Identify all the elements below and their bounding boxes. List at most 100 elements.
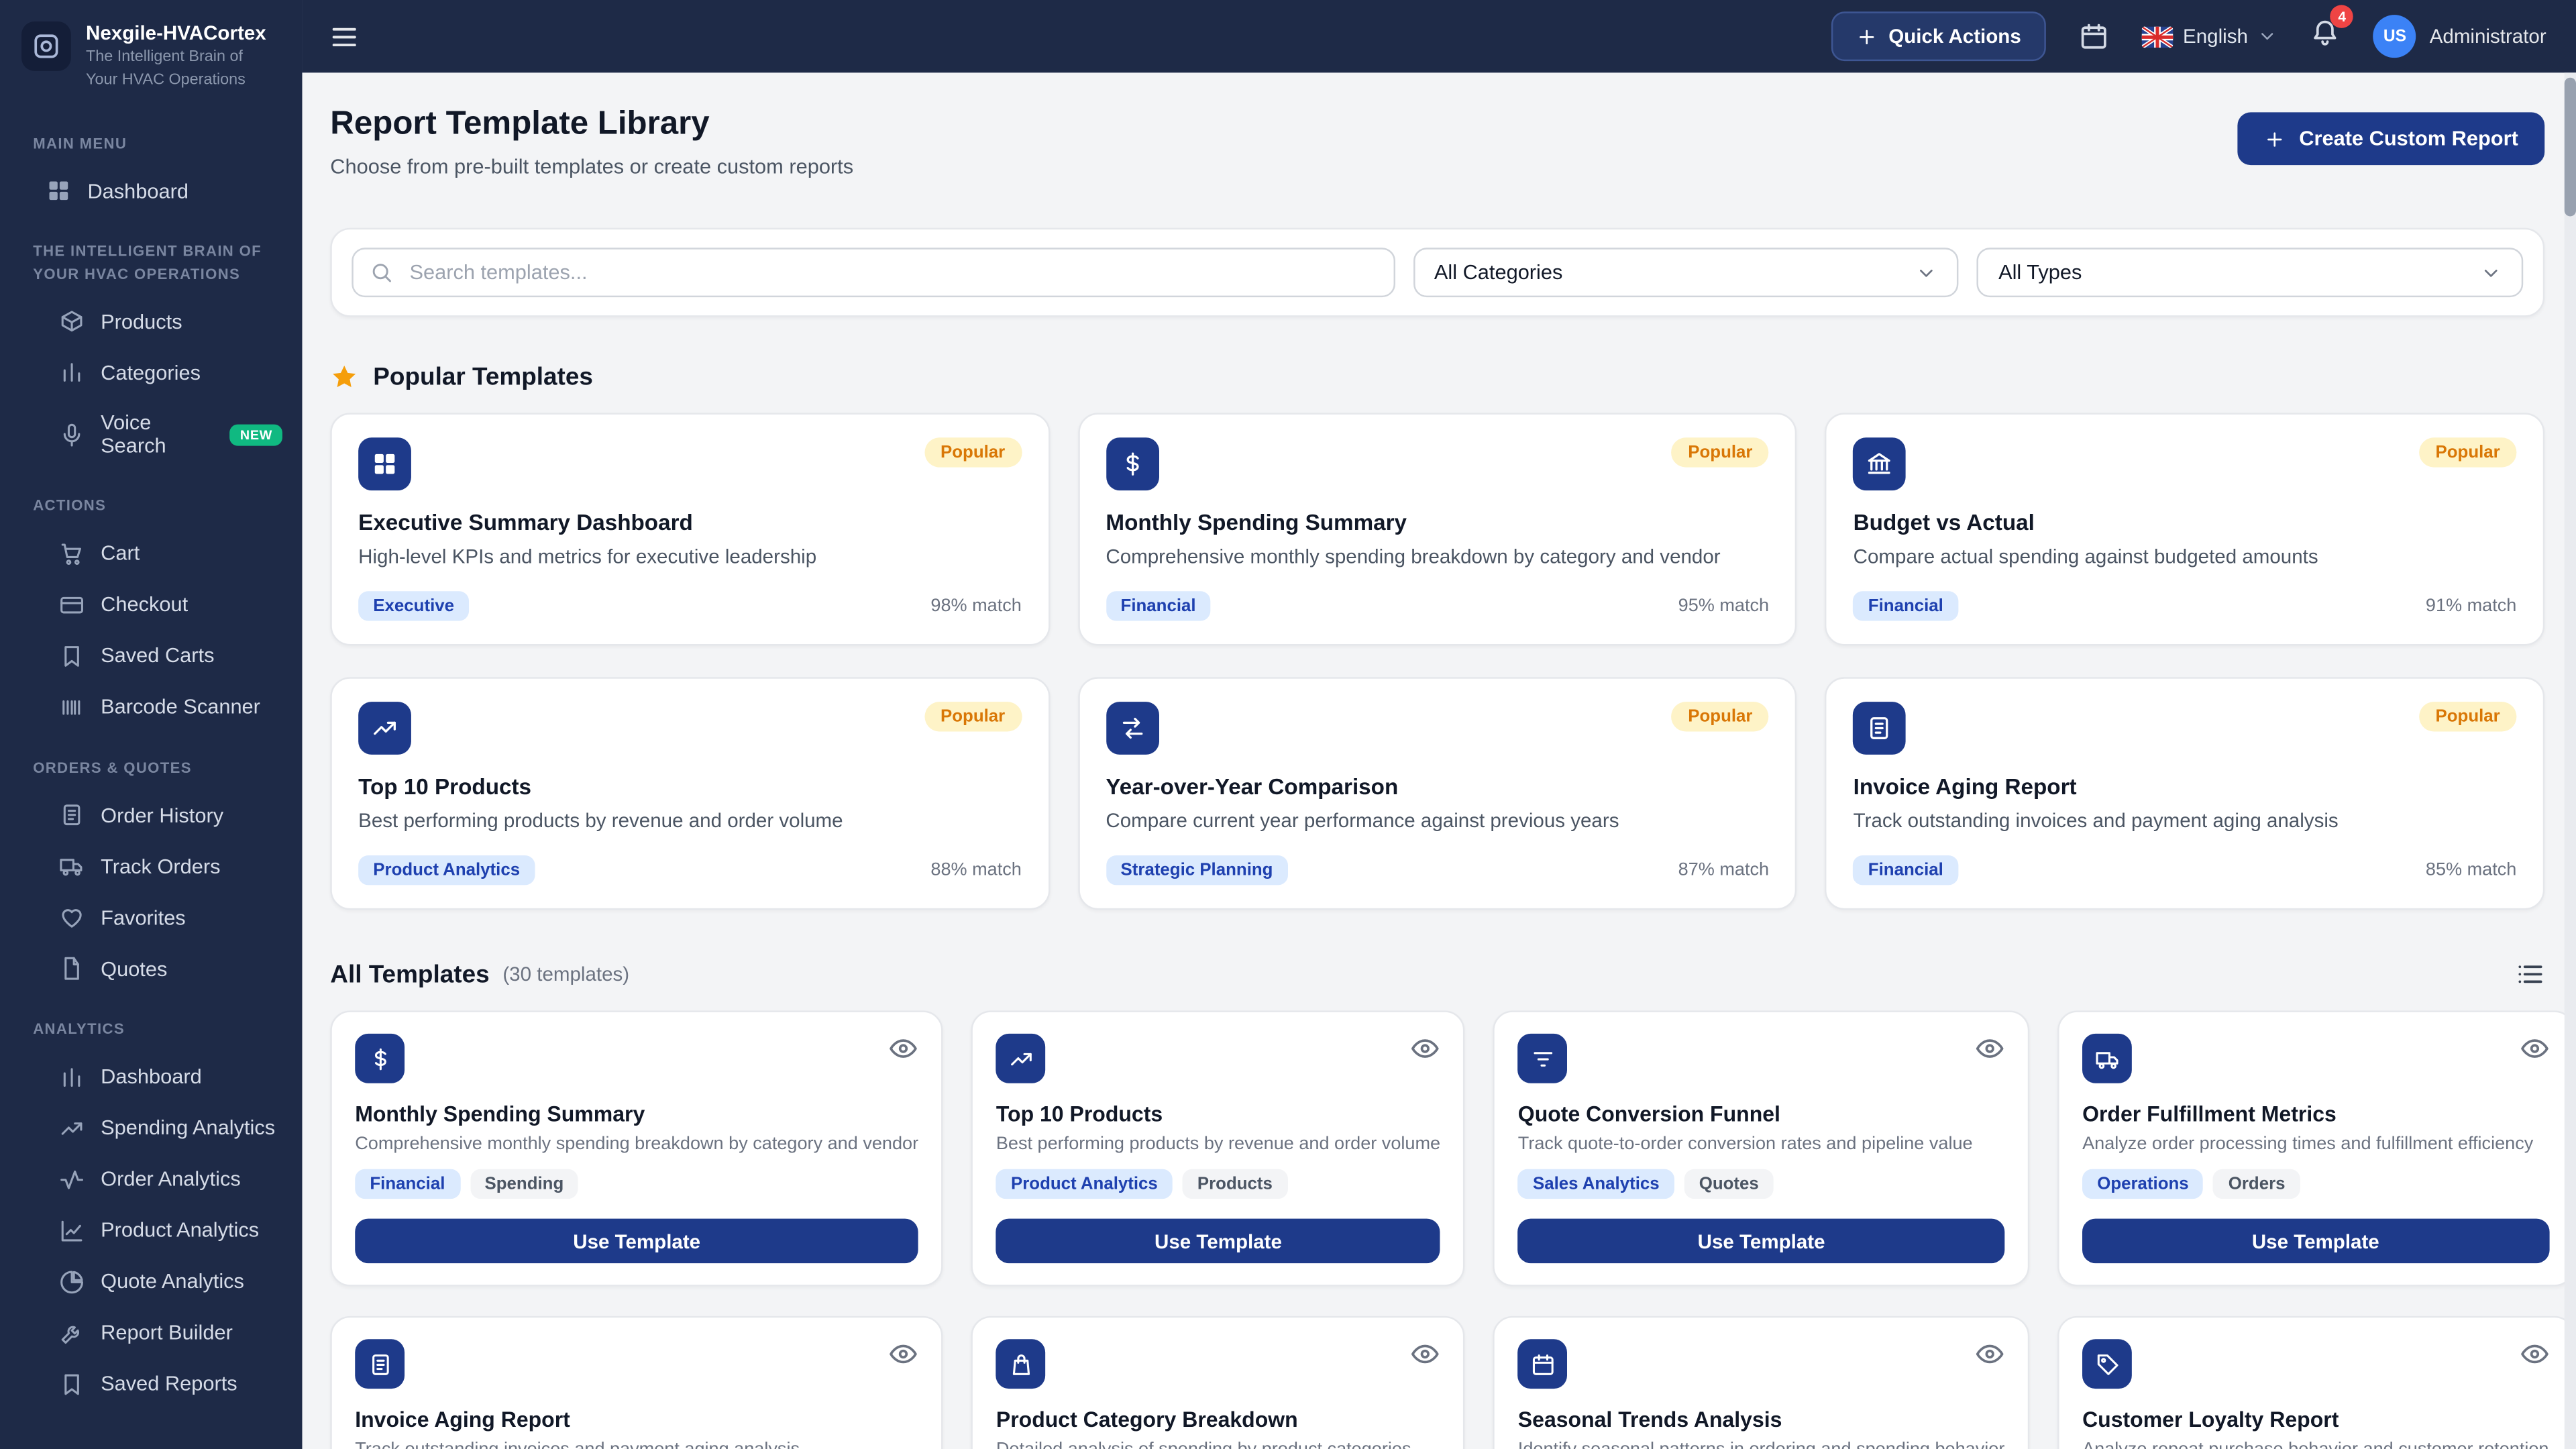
sidebar-item-label: Checkout	[101, 593, 188, 616]
preview-eye-icon[interactable]	[1411, 1339, 1440, 1368]
popular-badge: Popular	[2419, 702, 2516, 731]
template-card-quote-conversion-funnel[interactable]: Quote Conversion Funnel Track quote-to-o…	[1493, 1010, 2029, 1286]
template-card-product-category-breakdown[interactable]: Product Category Breakdown Detailed anal…	[971, 1316, 1465, 1449]
app-tagline-line2: Your HVAC Operations	[86, 70, 266, 92]
user-menu[interactable]: US Administrator	[2373, 15, 2546, 58]
all-templates-grid: Monthly Spending Summary Comprehensive m…	[330, 1010, 2544, 1449]
preview-eye-icon[interactable]	[1411, 1034, 1440, 1063]
page-title: Report Template Library	[330, 106, 853, 144]
bookmark-icon	[60, 1372, 85, 1397]
popular-card-executive-summary-dashboard[interactable]: Popular Executive Summary Dashboard High…	[330, 413, 1049, 645]
popular-card-top-10-products[interactable]: Popular Top 10 Products Best performing …	[330, 677, 1049, 910]
template-tag: Executive	[358, 591, 469, 621]
sidebar-item-order-analytics[interactable]: Order Analytics	[0, 1154, 302, 1205]
template-card-top-10-products[interactable]: Top 10 Products Best performing products…	[971, 1010, 1465, 1286]
sidebar-item-checkout[interactable]: Checkout	[0, 579, 302, 630]
list-view-icon[interactable]	[2515, 959, 2544, 989]
sidebar-item-report-builder[interactable]: Report Builder	[0, 1307, 302, 1358]
template-description: Analyze order processing times and fulfi…	[2082, 1134, 2548, 1155]
match-score: 88% match	[930, 860, 1021, 880]
truck-icon	[60, 854, 85, 879]
sidebar-item-order-history[interactable]: Order History	[0, 790, 302, 841]
popular-templates-heading: Popular Templates	[373, 364, 593, 392]
dashboard-grid-icon	[46, 178, 71, 203]
use-template-button[interactable]: Use Template	[996, 1219, 1440, 1263]
popular-card-year-over-year-comparison[interactable]: Popular Year-over-Year Comparison Compar…	[1078, 677, 1797, 910]
sidebar-item-cart[interactable]: Cart	[0, 528, 302, 579]
preview-eye-icon[interactable]	[1975, 1034, 2004, 1063]
template-card-monthly-spending-summary[interactable]: Monthly Spending Summary Comprehensive m…	[330, 1010, 943, 1286]
calendar-icon[interactable]	[2079, 21, 2108, 51]
template-tag: Financial	[1854, 855, 1958, 885]
template-tag: Quotes	[1684, 1169, 1774, 1199]
template-card-order-fulfillment-metrics[interactable]: Order Fulfillment Metrics Analyze order …	[2057, 1010, 2573, 1286]
trend-up-icon	[358, 702, 411, 755]
sidebar-item-saved-reports[interactable]: Saved Reports	[0, 1358, 302, 1409]
sidebar-item-track-orders[interactable]: Track Orders	[0, 841, 302, 892]
language-selector[interactable]: English	[2142, 25, 2278, 48]
sidebar-item-favorites[interactable]: Favorites	[0, 892, 302, 943]
sidebar-item-product-analytics[interactable]: Product Analytics	[0, 1205, 302, 1256]
use-template-button[interactable]: Use Template	[355, 1219, 918, 1263]
template-card-customer-loyalty-report[interactable]: Customer Loyalty Report Analyze repeat p…	[2057, 1316, 2573, 1449]
sidebar-section-label: MAIN MENU	[0, 109, 302, 166]
template-tag: Orders	[2214, 1169, 2300, 1199]
template-card-seasonal-trends-analysis[interactable]: Seasonal Trends Analysis Identify season…	[1493, 1316, 2029, 1449]
template-tags: Product AnalyticsProducts	[996, 1169, 1440, 1199]
template-tag: Strategic Planning	[1106, 855, 1287, 885]
preview-eye-icon[interactable]	[889, 1339, 918, 1368]
chevron-down-icon	[1916, 262, 1937, 283]
sidebar-item-label: Report Builder	[101, 1322, 233, 1344]
quick-actions-button[interactable]: Quick Actions	[1831, 11, 2046, 61]
sidebar-item-label: Products	[101, 310, 182, 333]
top-bar: Quick Actions English 4 US Administrator	[302, 0, 2576, 72]
truck-icon	[2082, 1034, 2132, 1083]
scrollbar-thumb[interactable]	[2565, 78, 2576, 217]
dollar-icon	[1106, 437, 1159, 490]
sidebar-item-quote-analytics[interactable]: Quote Analytics	[0, 1256, 302, 1307]
sidebar-item-barcode-scanner[interactable]: Barcode Scanner	[0, 682, 302, 733]
menu-icon[interactable]	[329, 21, 360, 52]
sidebar-item-saved-carts[interactable]: Saved Carts	[0, 630, 302, 681]
popular-badge: Popular	[924, 437, 1021, 467]
sidebar-item-products[interactable]: Products	[0, 296, 302, 347]
popular-card-budget-vs-actual[interactable]: Popular Budget vs Actual Compare actual …	[1825, 413, 2544, 645]
sidebar-section-items: Cart Checkout Saved Carts Barcode Scanne…	[0, 528, 302, 733]
sidebar-item-dashboard[interactable]: Dashboard	[0, 1051, 302, 1102]
sidebar-section-label: ORDERS & QUOTES	[0, 733, 302, 790]
preview-eye-icon[interactable]	[889, 1034, 918, 1063]
sidebar-item-dashboard[interactable]: Dashboard	[0, 165, 302, 216]
sidebar-item-label: Categories	[101, 361, 201, 384]
template-card-invoice-aging-report[interactable]: Invoice Aging Report Track outstanding i…	[330, 1316, 943, 1449]
use-template-button[interactable]: Use Template	[2082, 1219, 2548, 1263]
tag-icon	[2082, 1339, 2132, 1389]
template-tag: Product Analytics	[996, 1169, 1173, 1199]
star-icon	[330, 364, 358, 392]
app-tagline-line1: The Intelligent Brain of	[86, 48, 266, 69]
popular-badge: Popular	[1672, 437, 1769, 467]
template-tag: Financial	[355, 1169, 460, 1199]
sidebar-item-categories[interactable]: Categories	[0, 347, 302, 398]
sidebar-section-items: Dashboard Spending Analytics Order Analy…	[0, 1051, 302, 1409]
use-template-button[interactable]: Use Template	[1518, 1219, 2005, 1263]
sidebar-item-spending-analytics[interactable]: Spending Analytics	[0, 1102, 302, 1153]
create-custom-report-button[interactable]: Create Custom Report	[2238, 112, 2544, 165]
popular-card-invoice-aging-report[interactable]: Popular Invoice Aging Report Track outst…	[1825, 677, 2544, 910]
preview-eye-icon[interactable]	[1975, 1339, 2004, 1368]
clipboard-icon	[60, 803, 85, 828]
popular-card-monthly-spending-summary[interactable]: Popular Monthly Spending Summary Compreh…	[1078, 413, 1797, 645]
new-badge: NEW	[230, 424, 282, 445]
preview-eye-icon[interactable]	[2519, 1034, 2548, 1063]
template-tag: Product Analytics	[358, 855, 535, 885]
scrollbar	[2565, 72, 2576, 1449]
sidebar-nav: MAIN MENU Dashboard THE INTELLIGENT BRAI…	[0, 109, 302, 1410]
search-input[interactable]	[407, 259, 1377, 285]
preview-eye-icon[interactable]	[2519, 1339, 2548, 1368]
template-title: Quote Conversion Funnel	[1518, 1102, 2005, 1126]
type-filter-select[interactable]: All Types	[1977, 248, 2523, 297]
sidebar-item-quotes[interactable]: Quotes	[0, 943, 302, 994]
category-filter-select[interactable]: All Categories	[1413, 248, 1959, 297]
invoice-icon	[355, 1339, 405, 1389]
template-title: Order Fulfillment Metrics	[2082, 1102, 2548, 1126]
sidebar-item-voice-search[interactable]: Voice Search NEW	[0, 398, 302, 471]
